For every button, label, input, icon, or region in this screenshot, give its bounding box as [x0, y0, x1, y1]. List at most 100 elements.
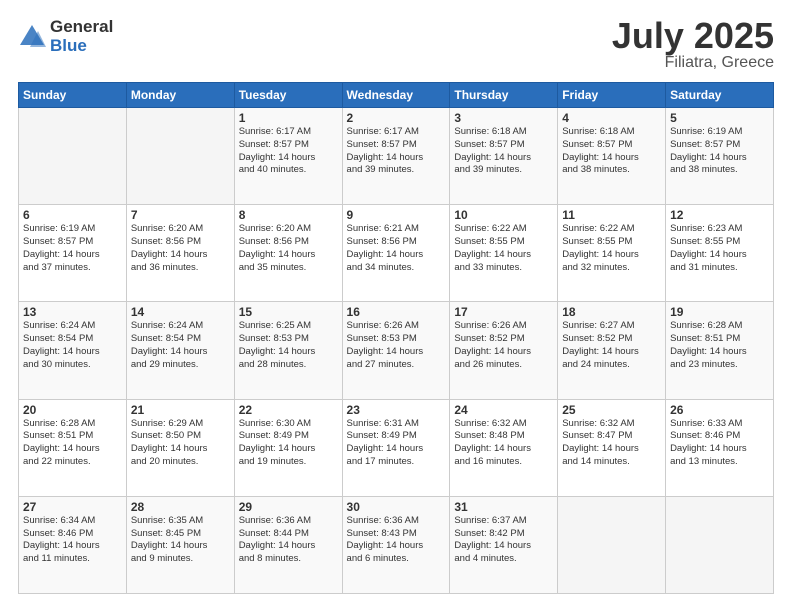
day-number: 15 — [239, 305, 338, 319]
calendar-cell — [666, 496, 774, 593]
day-info: Sunrise: 6:26 AM Sunset: 8:53 PM Dayligh… — [347, 320, 446, 371]
calendar-cell: 21Sunrise: 6:29 AM Sunset: 8:50 PM Dayli… — [126, 399, 234, 496]
calendar-cell: 17Sunrise: 6:26 AM Sunset: 8:52 PM Dayli… — [450, 302, 558, 399]
day-number: 24 — [454, 403, 553, 417]
day-info: Sunrise: 6:36 AM Sunset: 8:43 PM Dayligh… — [347, 515, 446, 566]
title-location: Filiatra, Greece — [612, 54, 774, 72]
logo-text: General Blue — [50, 18, 113, 55]
day-info: Sunrise: 6:24 AM Sunset: 8:54 PM Dayligh… — [131, 320, 230, 371]
calendar-cell: 11Sunrise: 6:22 AM Sunset: 8:55 PM Dayli… — [558, 205, 666, 302]
day-info: Sunrise: 6:18 AM Sunset: 8:57 PM Dayligh… — [454, 126, 553, 177]
calendar-week-2: 13Sunrise: 6:24 AM Sunset: 8:54 PM Dayli… — [19, 302, 774, 399]
calendar-cell: 28Sunrise: 6:35 AM Sunset: 8:45 PM Dayli… — [126, 496, 234, 593]
day-number: 12 — [670, 208, 769, 222]
logo-general: General — [50, 18, 113, 37]
title-month: July 2025 — [612, 18, 774, 54]
calendar-cell: 8Sunrise: 6:20 AM Sunset: 8:56 PM Daylig… — [234, 205, 342, 302]
calendar-cell: 19Sunrise: 6:28 AM Sunset: 8:51 PM Dayli… — [666, 302, 774, 399]
header-cell-sunday: Sunday — [19, 83, 127, 108]
calendar-cell: 26Sunrise: 6:33 AM Sunset: 8:46 PM Dayli… — [666, 399, 774, 496]
day-number: 16 — [347, 305, 446, 319]
header-cell-monday: Monday — [126, 83, 234, 108]
day-number: 26 — [670, 403, 769, 417]
day-number: 25 — [562, 403, 661, 417]
day-info: Sunrise: 6:18 AM Sunset: 8:57 PM Dayligh… — [562, 126, 661, 177]
day-number: 2 — [347, 111, 446, 125]
day-info: Sunrise: 6:17 AM Sunset: 8:57 PM Dayligh… — [347, 126, 446, 177]
day-info: Sunrise: 6:19 AM Sunset: 8:57 PM Dayligh… — [670, 126, 769, 177]
day-info: Sunrise: 6:23 AM Sunset: 8:55 PM Dayligh… — [670, 223, 769, 274]
day-info: Sunrise: 6:25 AM Sunset: 8:53 PM Dayligh… — [239, 320, 338, 371]
calendar-week-0: 1Sunrise: 6:17 AM Sunset: 8:57 PM Daylig… — [19, 108, 774, 205]
day-info: Sunrise: 6:32 AM Sunset: 8:48 PM Dayligh… — [454, 418, 553, 469]
day-info: Sunrise: 6:20 AM Sunset: 8:56 PM Dayligh… — [131, 223, 230, 274]
day-info: Sunrise: 6:28 AM Sunset: 8:51 PM Dayligh… — [670, 320, 769, 371]
day-info: Sunrise: 6:20 AM Sunset: 8:56 PM Dayligh… — [239, 223, 338, 274]
day-number: 28 — [131, 500, 230, 514]
day-number: 6 — [23, 208, 122, 222]
day-number: 20 — [23, 403, 122, 417]
day-number: 13 — [23, 305, 122, 319]
day-number: 3 — [454, 111, 553, 125]
calendar-header: SundayMondayTuesdayWednesdayThursdayFrid… — [19, 83, 774, 108]
day-number: 27 — [23, 500, 122, 514]
day-number: 14 — [131, 305, 230, 319]
calendar-cell: 31Sunrise: 6:37 AM Sunset: 8:42 PM Dayli… — [450, 496, 558, 593]
day-number: 19 — [670, 305, 769, 319]
calendar-cell: 10Sunrise: 6:22 AM Sunset: 8:55 PM Dayli… — [450, 205, 558, 302]
day-info: Sunrise: 6:35 AM Sunset: 8:45 PM Dayligh… — [131, 515, 230, 566]
calendar-body: 1Sunrise: 6:17 AM Sunset: 8:57 PM Daylig… — [19, 108, 774, 594]
header-cell-tuesday: Tuesday — [234, 83, 342, 108]
logo-blue: Blue — [50, 37, 113, 56]
calendar-cell: 23Sunrise: 6:31 AM Sunset: 8:49 PM Dayli… — [342, 399, 450, 496]
day-info: Sunrise: 6:17 AM Sunset: 8:57 PM Dayligh… — [239, 126, 338, 177]
day-info: Sunrise: 6:36 AM Sunset: 8:44 PM Dayligh… — [239, 515, 338, 566]
day-info: Sunrise: 6:22 AM Sunset: 8:55 PM Dayligh… — [454, 223, 553, 274]
logo: General Blue — [18, 18, 113, 55]
day-info: Sunrise: 6:30 AM Sunset: 8:49 PM Dayligh… — [239, 418, 338, 469]
day-info: Sunrise: 6:19 AM Sunset: 8:57 PM Dayligh… — [23, 223, 122, 274]
calendar-cell: 5Sunrise: 6:19 AM Sunset: 8:57 PM Daylig… — [666, 108, 774, 205]
calendar-cell: 25Sunrise: 6:32 AM Sunset: 8:47 PM Dayli… — [558, 399, 666, 496]
calendar-cell: 30Sunrise: 6:36 AM Sunset: 8:43 PM Dayli… — [342, 496, 450, 593]
calendar-cell: 4Sunrise: 6:18 AM Sunset: 8:57 PM Daylig… — [558, 108, 666, 205]
title-block: July 2025 Filiatra, Greece — [612, 18, 774, 72]
header-cell-thursday: Thursday — [450, 83, 558, 108]
logo-icon — [18, 23, 46, 51]
calendar-cell: 7Sunrise: 6:20 AM Sunset: 8:56 PM Daylig… — [126, 205, 234, 302]
calendar-table: SundayMondayTuesdayWednesdayThursdayFrid… — [18, 82, 774, 594]
header-cell-friday: Friday — [558, 83, 666, 108]
day-info: Sunrise: 6:33 AM Sunset: 8:46 PM Dayligh… — [670, 418, 769, 469]
calendar-cell: 1Sunrise: 6:17 AM Sunset: 8:57 PM Daylig… — [234, 108, 342, 205]
header-cell-wednesday: Wednesday — [342, 83, 450, 108]
calendar-cell: 6Sunrise: 6:19 AM Sunset: 8:57 PM Daylig… — [19, 205, 127, 302]
calendar-cell: 2Sunrise: 6:17 AM Sunset: 8:57 PM Daylig… — [342, 108, 450, 205]
calendar-cell: 3Sunrise: 6:18 AM Sunset: 8:57 PM Daylig… — [450, 108, 558, 205]
calendar-cell: 15Sunrise: 6:25 AM Sunset: 8:53 PM Dayli… — [234, 302, 342, 399]
header-row: SundayMondayTuesdayWednesdayThursdayFrid… — [19, 83, 774, 108]
calendar-cell: 20Sunrise: 6:28 AM Sunset: 8:51 PM Dayli… — [19, 399, 127, 496]
header: General Blue July 2025 Filiatra, Greece — [18, 18, 774, 72]
calendar-cell: 12Sunrise: 6:23 AM Sunset: 8:55 PM Dayli… — [666, 205, 774, 302]
day-number: 31 — [454, 500, 553, 514]
day-number: 30 — [347, 500, 446, 514]
calendar-cell — [19, 108, 127, 205]
calendar-cell: 13Sunrise: 6:24 AM Sunset: 8:54 PM Dayli… — [19, 302, 127, 399]
day-info: Sunrise: 6:24 AM Sunset: 8:54 PM Dayligh… — [23, 320, 122, 371]
calendar-week-3: 20Sunrise: 6:28 AM Sunset: 8:51 PM Dayli… — [19, 399, 774, 496]
calendar-cell: 18Sunrise: 6:27 AM Sunset: 8:52 PM Dayli… — [558, 302, 666, 399]
day-number: 17 — [454, 305, 553, 319]
calendar-cell — [558, 496, 666, 593]
day-number: 10 — [454, 208, 553, 222]
day-info: Sunrise: 6:34 AM Sunset: 8:46 PM Dayligh… — [23, 515, 122, 566]
calendar-cell: 29Sunrise: 6:36 AM Sunset: 8:44 PM Dayli… — [234, 496, 342, 593]
day-info: Sunrise: 6:21 AM Sunset: 8:56 PM Dayligh… — [347, 223, 446, 274]
calendar-cell: 16Sunrise: 6:26 AM Sunset: 8:53 PM Dayli… — [342, 302, 450, 399]
page: General Blue July 2025 Filiatra, Greece … — [0, 0, 792, 612]
day-info: Sunrise: 6:26 AM Sunset: 8:52 PM Dayligh… — [454, 320, 553, 371]
calendar-cell: 22Sunrise: 6:30 AM Sunset: 8:49 PM Dayli… — [234, 399, 342, 496]
day-info: Sunrise: 6:22 AM Sunset: 8:55 PM Dayligh… — [562, 223, 661, 274]
day-number: 7 — [131, 208, 230, 222]
day-info: Sunrise: 6:29 AM Sunset: 8:50 PM Dayligh… — [131, 418, 230, 469]
day-number: 23 — [347, 403, 446, 417]
